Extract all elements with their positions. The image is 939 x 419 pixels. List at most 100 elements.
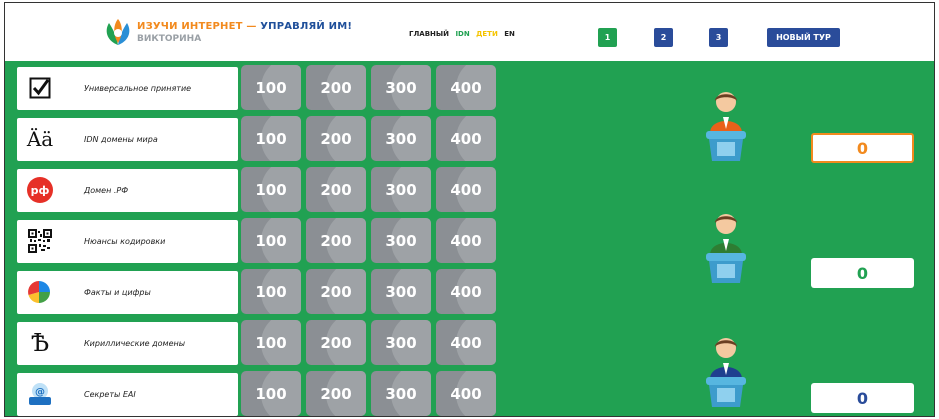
icon-glyph: Ää (26, 127, 54, 151)
question-cell[interactable]: 100 (241, 167, 301, 212)
round-1-button[interactable]: 1 (598, 28, 617, 47)
rf-domain-icon: рф (25, 175, 55, 205)
question-value: 300 (385, 384, 417, 403)
icon-glyph: рф (30, 183, 50, 197)
question-value: 200 (320, 78, 352, 97)
player-1-score[interactable]: 0 (811, 133, 914, 163)
category-row: Факты и цифры (17, 271, 238, 314)
category-label: IDN домены мира (84, 135, 158, 144)
question-value: 300 (385, 180, 417, 199)
question-value: 400 (450, 384, 482, 403)
round-3-button[interactable]: 3 (709, 28, 728, 47)
player-2-score[interactable]: 0 (811, 258, 914, 288)
question-value: 300 (385, 78, 417, 97)
title-part1: ИЗУЧИ ИНТЕРНЕТ — (137, 21, 257, 32)
question-cell[interactable]: 200 (306, 371, 366, 416)
question-cell[interactable]: 300 (371, 65, 431, 110)
question-cell[interactable]: 400 (436, 371, 496, 416)
question-value: 300 (385, 282, 417, 301)
question-value: 100 (255, 333, 287, 352)
question-cell[interactable]: 100 (241, 65, 301, 110)
question-cell[interactable]: 200 (306, 269, 366, 314)
email-icon: @ (25, 379, 55, 409)
checkbox-icon (25, 73, 55, 103)
lang-main-link[interactable]: ГЛАВНЫЙ (409, 30, 449, 38)
game-board: Универсальное принятие Ää IDN домены мир… (5, 61, 934, 416)
round-2-button[interactable]: 2 (654, 28, 673, 47)
question-cell[interactable]: 300 (371, 116, 431, 161)
question-cell[interactable]: 300 (371, 269, 431, 314)
question-value: 100 (255, 129, 287, 148)
question-value: 200 (320, 333, 352, 352)
question-cell[interactable]: 400 (436, 218, 496, 263)
question-cell[interactable]: 400 (436, 269, 496, 314)
question-cell[interactable]: 300 (371, 218, 431, 263)
question-cell[interactable]: 200 (306, 320, 366, 365)
category-row: Ѣ Кириллические домены (17, 322, 238, 365)
qr-code-icon (25, 226, 55, 256)
question-value: 100 (255, 78, 287, 97)
svg-text:@: @ (35, 387, 45, 398)
question-cell[interactable]: 100 (241, 320, 301, 365)
category-label: Факты и цифры (84, 288, 151, 297)
question-cell[interactable]: 100 (241, 269, 301, 314)
question-value: 400 (450, 333, 482, 352)
category-label: Нюансы кодировки (84, 237, 166, 246)
question-value: 200 (320, 231, 352, 250)
category-row: рф Домен .РФ (17, 169, 238, 212)
app-title: ИЗУЧИ ИНТЕРНЕТ — УПРАВЛЯЙ ИМ! (137, 21, 352, 32)
question-cell[interactable]: 400 (436, 116, 496, 161)
question-value: 400 (450, 78, 482, 97)
question-cell[interactable]: 200 (306, 116, 366, 161)
title-part2: УПРАВЛЯЙ ИМ! (260, 21, 353, 32)
question-value: 100 (255, 231, 287, 250)
quiz-logo-icon (106, 19, 130, 45)
player-avatar-green-icon (706, 214, 746, 283)
question-value: 300 (385, 129, 417, 148)
question-cell[interactable]: 400 (436, 320, 496, 365)
player-3-score[interactable]: 0 (811, 383, 914, 413)
category-label: Секреты EAI (84, 390, 136, 399)
language-switcher: ГЛАВНЫЙ IDN ДЕТИ EN (409, 30, 519, 38)
question-value: 400 (450, 231, 482, 250)
icon-glyph: Ѣ (30, 329, 50, 357)
question-value: 100 (255, 180, 287, 199)
category-row: Нюансы кодировки (17, 220, 238, 263)
question-cell[interactable]: 300 (371, 320, 431, 365)
lang-en-link[interactable]: EN (504, 30, 515, 38)
question-value: 400 (450, 180, 482, 199)
question-cell[interactable]: 100 (241, 371, 301, 416)
new-tour-button[interactable]: НОВЫЙ ТУР (767, 28, 840, 47)
question-value: 100 (255, 282, 287, 301)
quiz-screen: ИЗУЧИ ИНТЕРНЕТ — УПРАВЛЯЙ ИМ! ВИКТОРИНА … (4, 2, 935, 417)
question-cell[interactable]: 200 (306, 218, 366, 263)
question-value: 300 (385, 333, 417, 352)
question-value: 200 (320, 129, 352, 148)
header: ИЗУЧИ ИНТЕРНЕТ — УПРАВЛЯЙ ИМ! ВИКТОРИНА … (5, 3, 934, 61)
question-cell[interactable]: 300 (371, 167, 431, 212)
player-avatar-blue-icon (706, 338, 746, 407)
question-value: 200 (320, 282, 352, 301)
question-cell[interactable]: 200 (306, 167, 366, 212)
category-row: Ää IDN домены мира (17, 118, 238, 161)
question-cell[interactable]: 300 (371, 371, 431, 416)
category-label: Универсальное принятие (84, 84, 192, 93)
category-row: @ Секреты EAI (17, 373, 238, 416)
question-cell[interactable]: 400 (436, 167, 496, 212)
category-label: Домен .РФ (84, 186, 129, 195)
app-subtitle: ВИКТОРИНА (137, 34, 202, 44)
player-avatar-orange-icon (706, 92, 746, 161)
question-value: 400 (450, 282, 482, 301)
umlaut-letters-icon: Ää (25, 124, 55, 154)
category-label: Кириллические домены (84, 339, 186, 348)
question-value: 300 (385, 231, 417, 250)
question-cell[interactable]: 200 (306, 65, 366, 110)
question-cell[interactable]: 100 (241, 218, 301, 263)
question-value: 200 (320, 180, 352, 199)
question-value: 200 (320, 384, 352, 403)
lang-idn-link[interactable]: IDN (455, 30, 469, 38)
question-cell[interactable]: 100 (241, 116, 301, 161)
lang-kids-link[interactable]: ДЕТИ (476, 30, 498, 38)
question-cell[interactable]: 400 (436, 65, 496, 110)
category-row: Универсальное принятие (17, 67, 238, 110)
